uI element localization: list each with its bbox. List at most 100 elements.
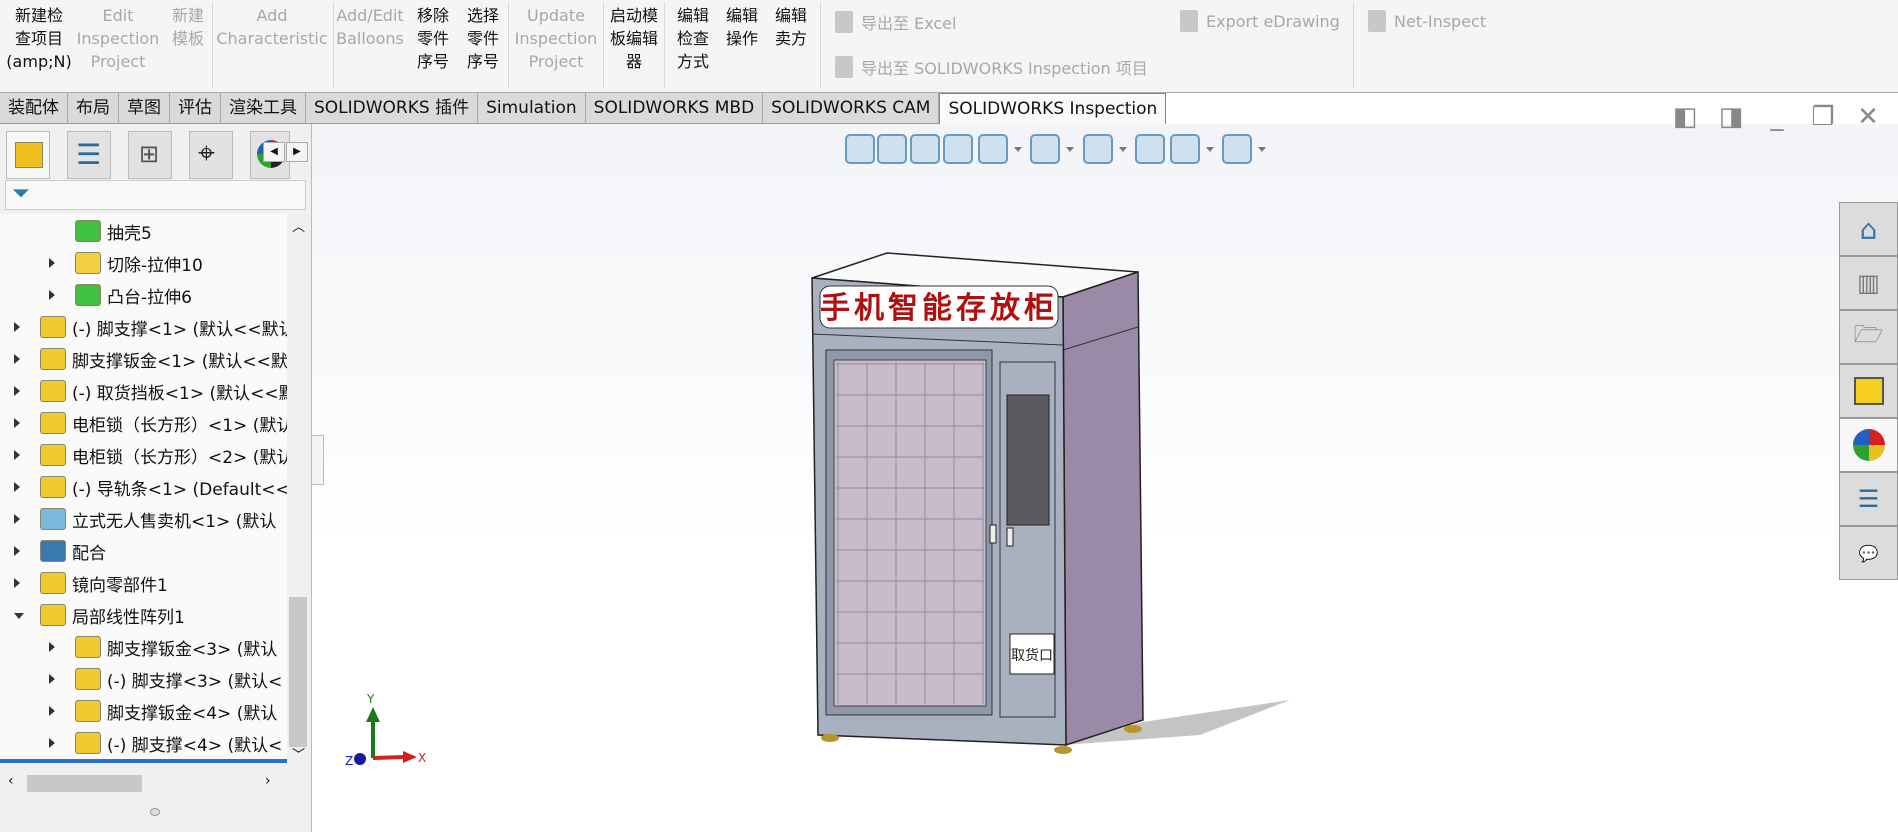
expand-toggle[interactable]: [49, 642, 55, 652]
tree-item[interactable]: 脚支撑钣金<4> (默认: [75, 696, 287, 726]
expand-toggle[interactable]: [14, 578, 20, 588]
dropdown-arrow-icon[interactable]: [1206, 147, 1214, 152]
scroll-left-arrow[interactable]: ‹: [8, 773, 14, 789]
ribbon-button[interactable]: Add Characteristic: [216, 4, 327, 50]
task-pane-file-explorer[interactable]: 🗁: [1839, 310, 1898, 364]
tab-4[interactable]: 渲染工具: [221, 93, 306, 124]
restore-button[interactable]: ❐: [1810, 104, 1836, 130]
tab-5[interactable]: SOLIDWORKS 插件: [306, 93, 479, 124]
tab-9[interactable]: SOLIDWORKS Inspection: [939, 93, 1167, 124]
tab-0[interactable]: 装配体: [0, 93, 68, 124]
scroll-up-arrow[interactable]: ︿: [292, 216, 305, 235]
tree-item[interactable]: 电柜锁（长方形）<2> (默认: [40, 440, 287, 470]
expand-toggle[interactable]: [14, 613, 24, 619]
expand-toggle[interactable]: [14, 514, 20, 524]
net-inspect-button[interactable]: Net-Inspect: [1368, 10, 1486, 32]
tree-item[interactable]: (-) 脚支撑<3> (默认<: [75, 664, 287, 694]
tab-8[interactable]: SOLIDWORKS CAM: [763, 93, 940, 124]
task-pane-appearances[interactable]: [1839, 418, 1898, 472]
ribbon-button[interactable]: 编辑 操作: [726, 4, 758, 50]
tab-scroll-left[interactable]: ◀: [263, 142, 285, 162]
tree-item[interactable]: 配合: [40, 536, 287, 566]
tree-item[interactable]: 抽壳5: [75, 216, 287, 246]
expand-toggle[interactable]: [14, 482, 20, 492]
dropdown-arrow-icon[interactable]: [1119, 147, 1127, 152]
tab-scroll-right[interactable]: ▶: [286, 142, 308, 162]
export-edrawing-button[interactable]: Export eDrawing: [1180, 10, 1340, 32]
apply-scene-icon[interactable]: [1170, 134, 1200, 164]
task-pane-home[interactable]: ⌂: [1839, 202, 1898, 256]
tab-1[interactable]: 布局: [68, 93, 119, 124]
tab-2[interactable]: 草图: [119, 93, 170, 124]
expand-toggle[interactable]: [14, 546, 20, 556]
export-excel-button[interactable]: 导出至 Excel: [835, 10, 956, 34]
minimize-button[interactable]: _: [1764, 104, 1790, 130]
tree-item[interactable]: (-) 导轨条<1> (Default<<: [40, 472, 287, 502]
hide-show-items-icon[interactable]: [1083, 134, 1113, 164]
ribbon-button[interactable]: 编辑 卖方: [775, 4, 807, 50]
tab-6[interactable]: Simulation: [478, 93, 586, 124]
tab-property-manager[interactable]: ☰: [67, 131, 111, 179]
ribbon-button[interactable]: 选择 零件 序号: [467, 4, 499, 73]
tree-vertical-scrollbar[interactable]: ︿ ﹀: [287, 214, 309, 764]
expand-toggle[interactable]: [14, 418, 20, 428]
expand-toggle[interactable]: [49, 738, 55, 748]
expand-toggle[interactable]: [49, 290, 55, 300]
display-style-icon[interactable]: [1030, 134, 1060, 164]
view-settings-icon[interactable]: [1222, 134, 1252, 164]
dropdown-arrow-icon[interactable]: [1066, 147, 1074, 152]
task-pane-view-palette[interactable]: [1839, 364, 1898, 418]
ribbon-button[interactable]: 新建检 查项目 (amp;N): [6, 4, 71, 73]
ribbon-button[interactable]: 移除 零件 序号: [417, 4, 449, 73]
task-pane-forum[interactable]: 💬: [1839, 526, 1898, 580]
filter-bar[interactable]: ⏷: [5, 180, 306, 210]
task-pane-design-library[interactable]: ▥: [1839, 256, 1898, 310]
panel-resize-handle[interactable]: [150, 808, 160, 816]
tree-item[interactable]: 脚支撑钣金<3> (默认: [75, 632, 287, 662]
previous-view-icon[interactable]: [910, 134, 940, 164]
view-orientation-icon[interactable]: [978, 134, 1008, 164]
expand-toggle[interactable]: [14, 386, 20, 396]
graphics-area[interactable]: 手机智能存放柜 取货口 Y X Z: [312, 124, 1898, 832]
expand-toggle[interactable]: [49, 706, 55, 716]
ribbon-button[interactable]: Update Inspection Project: [515, 4, 598, 73]
expand-toggle[interactable]: [14, 322, 20, 332]
ribbon-button[interactable]: Add/Edit Balloons: [336, 4, 404, 50]
edit-appearance-icon[interactable]: [1135, 134, 1165, 164]
expand-toggle[interactable]: [49, 258, 55, 268]
tree-item[interactable]: (-) 取货挡板<1> (默认<<默: [40, 376, 287, 406]
tab-configuration-manager[interactable]: ⊞: [128, 131, 172, 179]
zoom-to-area-icon[interactable]: [877, 134, 907, 164]
tree-item[interactable]: 镜向零部件1: [40, 568, 287, 598]
dropdown-arrow-icon[interactable]: [1014, 147, 1022, 152]
tree-item[interactable]: 脚支撑钣金<1> (默认<<默: [40, 344, 287, 374]
tree-item[interactable]: 局部线性阵列1: [40, 600, 287, 630]
scroll-down-arrow[interactable]: ﹀: [292, 744, 305, 763]
scroll-thumb[interactable]: [289, 597, 307, 747]
tree-horizontal-scrollbar[interactable]: ‹ ›: [0, 772, 287, 794]
expand-toggle[interactable]: [49, 674, 55, 684]
close-button[interactable]: ✕: [1855, 104, 1881, 130]
ribbon-button[interactable]: 新建 模板: [172, 4, 204, 50]
splitter-handle[interactable]: [312, 435, 324, 485]
task-pane-custom-properties[interactable]: ☰: [1839, 472, 1898, 526]
tree-item[interactable]: 切除-拉伸10: [75, 248, 287, 278]
zoom-to-fit-icon[interactable]: [845, 134, 875, 164]
expand-toggle[interactable]: [14, 450, 20, 460]
scroll-right-arrow[interactable]: ›: [265, 773, 271, 789]
tile-right-button[interactable]: ◨: [1718, 104, 1744, 130]
tree-item[interactable]: 凸台-拉伸6: [75, 280, 287, 310]
expand-toggle[interactable]: [14, 354, 20, 364]
dropdown-arrow-icon[interactable]: [1258, 147, 1266, 152]
tab-7[interactable]: SOLIDWORKS MBD: [585, 93, 764, 124]
tab-dimxpert-manager[interactable]: ⌖: [189, 131, 233, 179]
rollback-bar[interactable]: [0, 759, 287, 763]
section-view-icon[interactable]: [943, 134, 973, 164]
ribbon-button[interactable]: Edit Inspection Project: [77, 4, 160, 73]
tree-item[interactable]: (-) 脚支撑<1> (默认<<默认: [40, 312, 287, 342]
tab-3[interactable]: 评估: [170, 93, 221, 124]
tree-item[interactable]: 电柜锁（长方形）<1> (默认: [40, 408, 287, 438]
tile-left-button[interactable]: ◧: [1672, 104, 1698, 130]
tree-item[interactable]: 立式无人售卖机<1> (默认: [40, 504, 287, 534]
export-inspection-project-button[interactable]: 导出至 SOLIDWORKS Inspection 项目: [835, 55, 1148, 79]
